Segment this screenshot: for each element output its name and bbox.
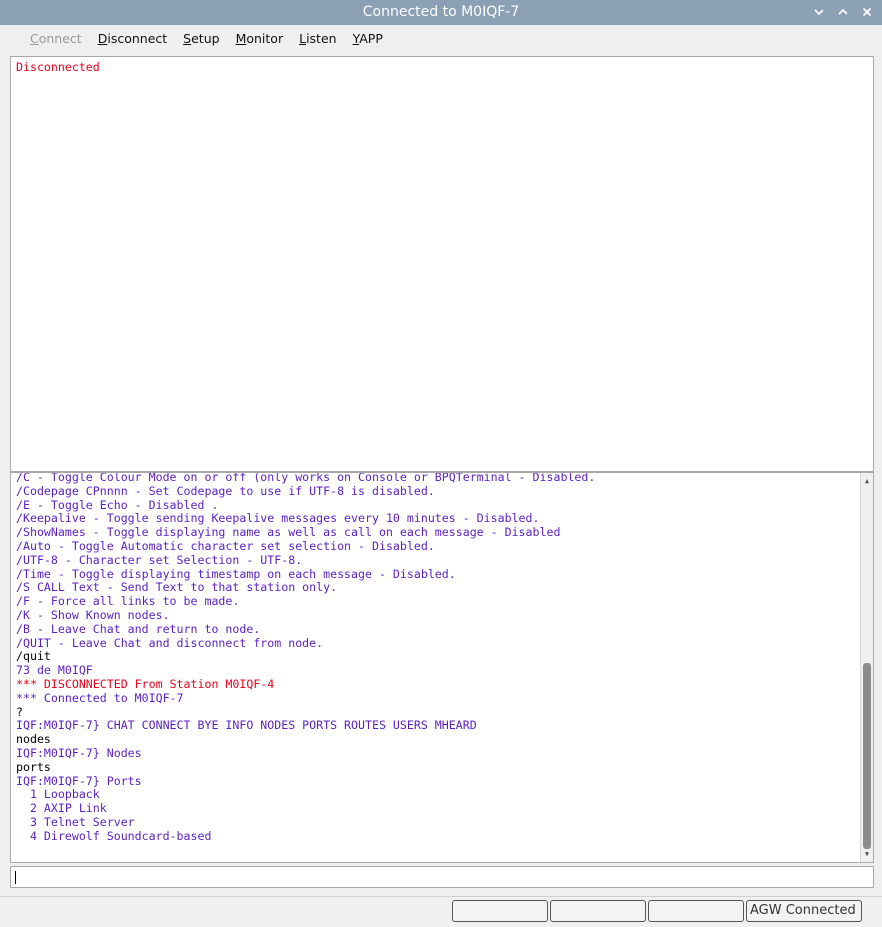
monitor-status-text: Disconnected — [16, 60, 100, 74]
terminal-line: *** DISCONNECTED From Station M0IQF-4 — [16, 676, 275, 691]
menu-listen-label: isten — [306, 30, 337, 46]
terminal-line: IQF:M0IQF-7} Ports — [16, 773, 142, 788]
terminal-line: /Auto - Toggle Automatic character set s… — [16, 538, 435, 553]
close-icon[interactable] — [860, 4, 874, 20]
command-input[interactable] — [10, 866, 874, 888]
terminal-line: IQF:M0IQF-7} Nodes — [16, 745, 142, 760]
terminal-line: /UTF-8 - Character set Selection - UTF-8… — [16, 552, 303, 567]
window-title: Connected to M0IQF-7 — [362, 4, 520, 20]
menu-yapp-label: APP — [359, 30, 383, 46]
terminal-line: 3 Telnet Server — [16, 814, 135, 829]
terminal-line: 2 AXIP Link — [16, 801, 107, 816]
menu-setup-label: etup — [191, 30, 220, 46]
terminal-line: /C - Toggle Colour Mode on or off (only … — [16, 472, 596, 484]
text-caret — [15, 871, 16, 884]
terminal-line: /B - Leave Chat and return to node. — [16, 621, 261, 636]
terminal-line: /K - Show Known nodes. — [16, 607, 170, 622]
menu-disconnect-label: isconnect — [107, 30, 168, 46]
terminal-line: *** Connected to M0IQF-7 — [16, 690, 184, 705]
status-cell-1 — [452, 900, 548, 922]
terminal-line: /quit — [16, 649, 51, 664]
monitor-pane[interactable]: Disconnected — [10, 56, 874, 472]
terminal-line: /F - Force all links to be made. — [16, 594, 240, 609]
menu-monitor-mnemonic: M — [235, 30, 247, 46]
terminal-line: /E - Toggle Echo - Disabled . — [16, 497, 219, 512]
menu-connect-mnemonic: C — [30, 30, 39, 46]
terminal-line: /Time - Toggle displaying timestamp on e… — [16, 566, 456, 581]
menu-monitor[interactable]: Monitor — [228, 31, 292, 46]
menu-yapp[interactable]: YAPP — [345, 31, 391, 46]
menu-disconnect-mnemonic: D — [97, 30, 108, 46]
menu-connect[interactable]: Connect — [22, 31, 90, 46]
terminal-line: /Keepalive - Toggle sending Keepalive me… — [16, 511, 540, 526]
terminal-line: ? — [16, 704, 23, 719]
terminal-line: /Codepage CPnnnn - Set Codepage to use i… — [16, 483, 435, 498]
window-controls — [812, 4, 874, 20]
app-window: Connected to M0IQF-7 Connect Disconnect … — [0, 0, 882, 927]
terminal-line: nodes — [16, 732, 51, 747]
menu-disconnect[interactable]: Disconnect — [90, 31, 175, 46]
terminal-line: ports — [16, 759, 51, 774]
status-cell-2 — [550, 900, 646, 922]
terminal-line: 4 Direwolf Soundcard-based — [16, 828, 212, 843]
scrollbar-thumb[interactable] — [863, 663, 871, 849]
terminal-line: IQF:M0IQF-7} CHAT CONNECT BYE INFO NODES… — [16, 718, 477, 733]
title-bar[interactable]: Connected to M0IQF-7 — [0, 0, 882, 25]
terminal-line: /ShowNames - Toggle displaying name as w… — [16, 525, 561, 540]
scroll-down-arrow-icon[interactable]: ▼ — [861, 848, 873, 860]
menu-bar: Connect Disconnect Setup Monitor Listen … — [0, 25, 882, 51]
terminal-scrollbar[interactable]: ▲ ▼ — [860, 473, 873, 862]
menu-setup-mnemonic: S — [183, 30, 192, 46]
status-cell-3 — [648, 900, 744, 922]
menu-monitor-label: onitor — [246, 30, 284, 46]
menu-listen[interactable]: Listen — [291, 31, 344, 46]
menu-setup[interactable]: Setup — [175, 31, 227, 46]
terminal-line: 1 Loopback — [16, 787, 100, 802]
terminal-line: 73 de M0IQF — [16, 663, 93, 678]
terminal-line: /QUIT - Leave Chat and disconnect from n… — [16, 635, 324, 650]
status-bar: AGW Connected — [0, 896, 882, 927]
terminal-lines: /C - Toggle Colour Mode on or off (only … — [16, 472, 859, 843]
agw-status-cell: AGW Connected — [746, 900, 862, 922]
scroll-up-arrow-icon[interactable]: ▲ — [861, 475, 873, 487]
chevron-up-icon[interactable] — [836, 4, 850, 20]
terminal-line: /S CALL Text - Send Text to that station… — [16, 580, 338, 595]
chevron-down-icon[interactable] — [812, 4, 826, 20]
terminal-output-pane[interactable]: /C - Toggle Colour Mode on or off (only … — [10, 472, 874, 863]
menu-connect-label: onnect — [38, 30, 82, 46]
